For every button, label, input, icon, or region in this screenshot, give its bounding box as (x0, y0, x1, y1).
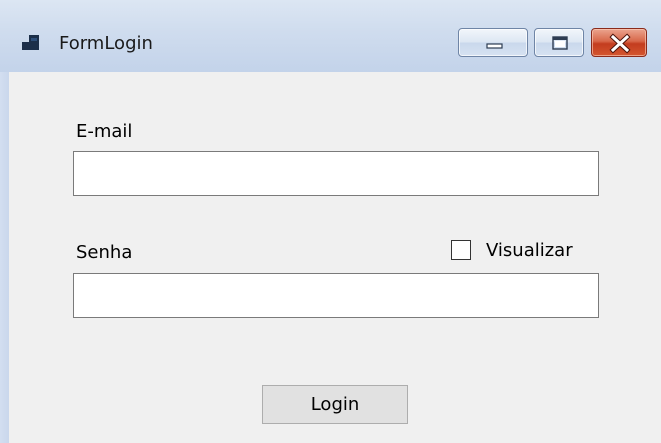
email-label: E-mail (76, 121, 133, 142)
close-icon (609, 33, 631, 54)
senha-field[interactable] (73, 273, 599, 318)
visualizar-label[interactable]: Visualizar (486, 240, 573, 262)
title-bar[interactable]: FormLogin (0, 0, 661, 72)
minimize-icon (486, 43, 503, 49)
login-window: FormLogin E-mail Senha Visualizar Login (0, 0, 661, 443)
minimize-button[interactable] (458, 28, 528, 57)
window-frame-left (0, 72, 9, 443)
maximize-icon (552, 36, 568, 50)
maximize-button[interactable] (534, 28, 584, 57)
login-button[interactable]: Login (262, 385, 408, 424)
email-field[interactable] (73, 151, 599, 196)
window-title: FormLogin (59, 33, 153, 54)
close-button[interactable] (591, 28, 647, 57)
visualizar-checkbox[interactable] (451, 240, 471, 260)
senha-label: Senha (76, 242, 133, 263)
app-window-icon (22, 35, 40, 51)
